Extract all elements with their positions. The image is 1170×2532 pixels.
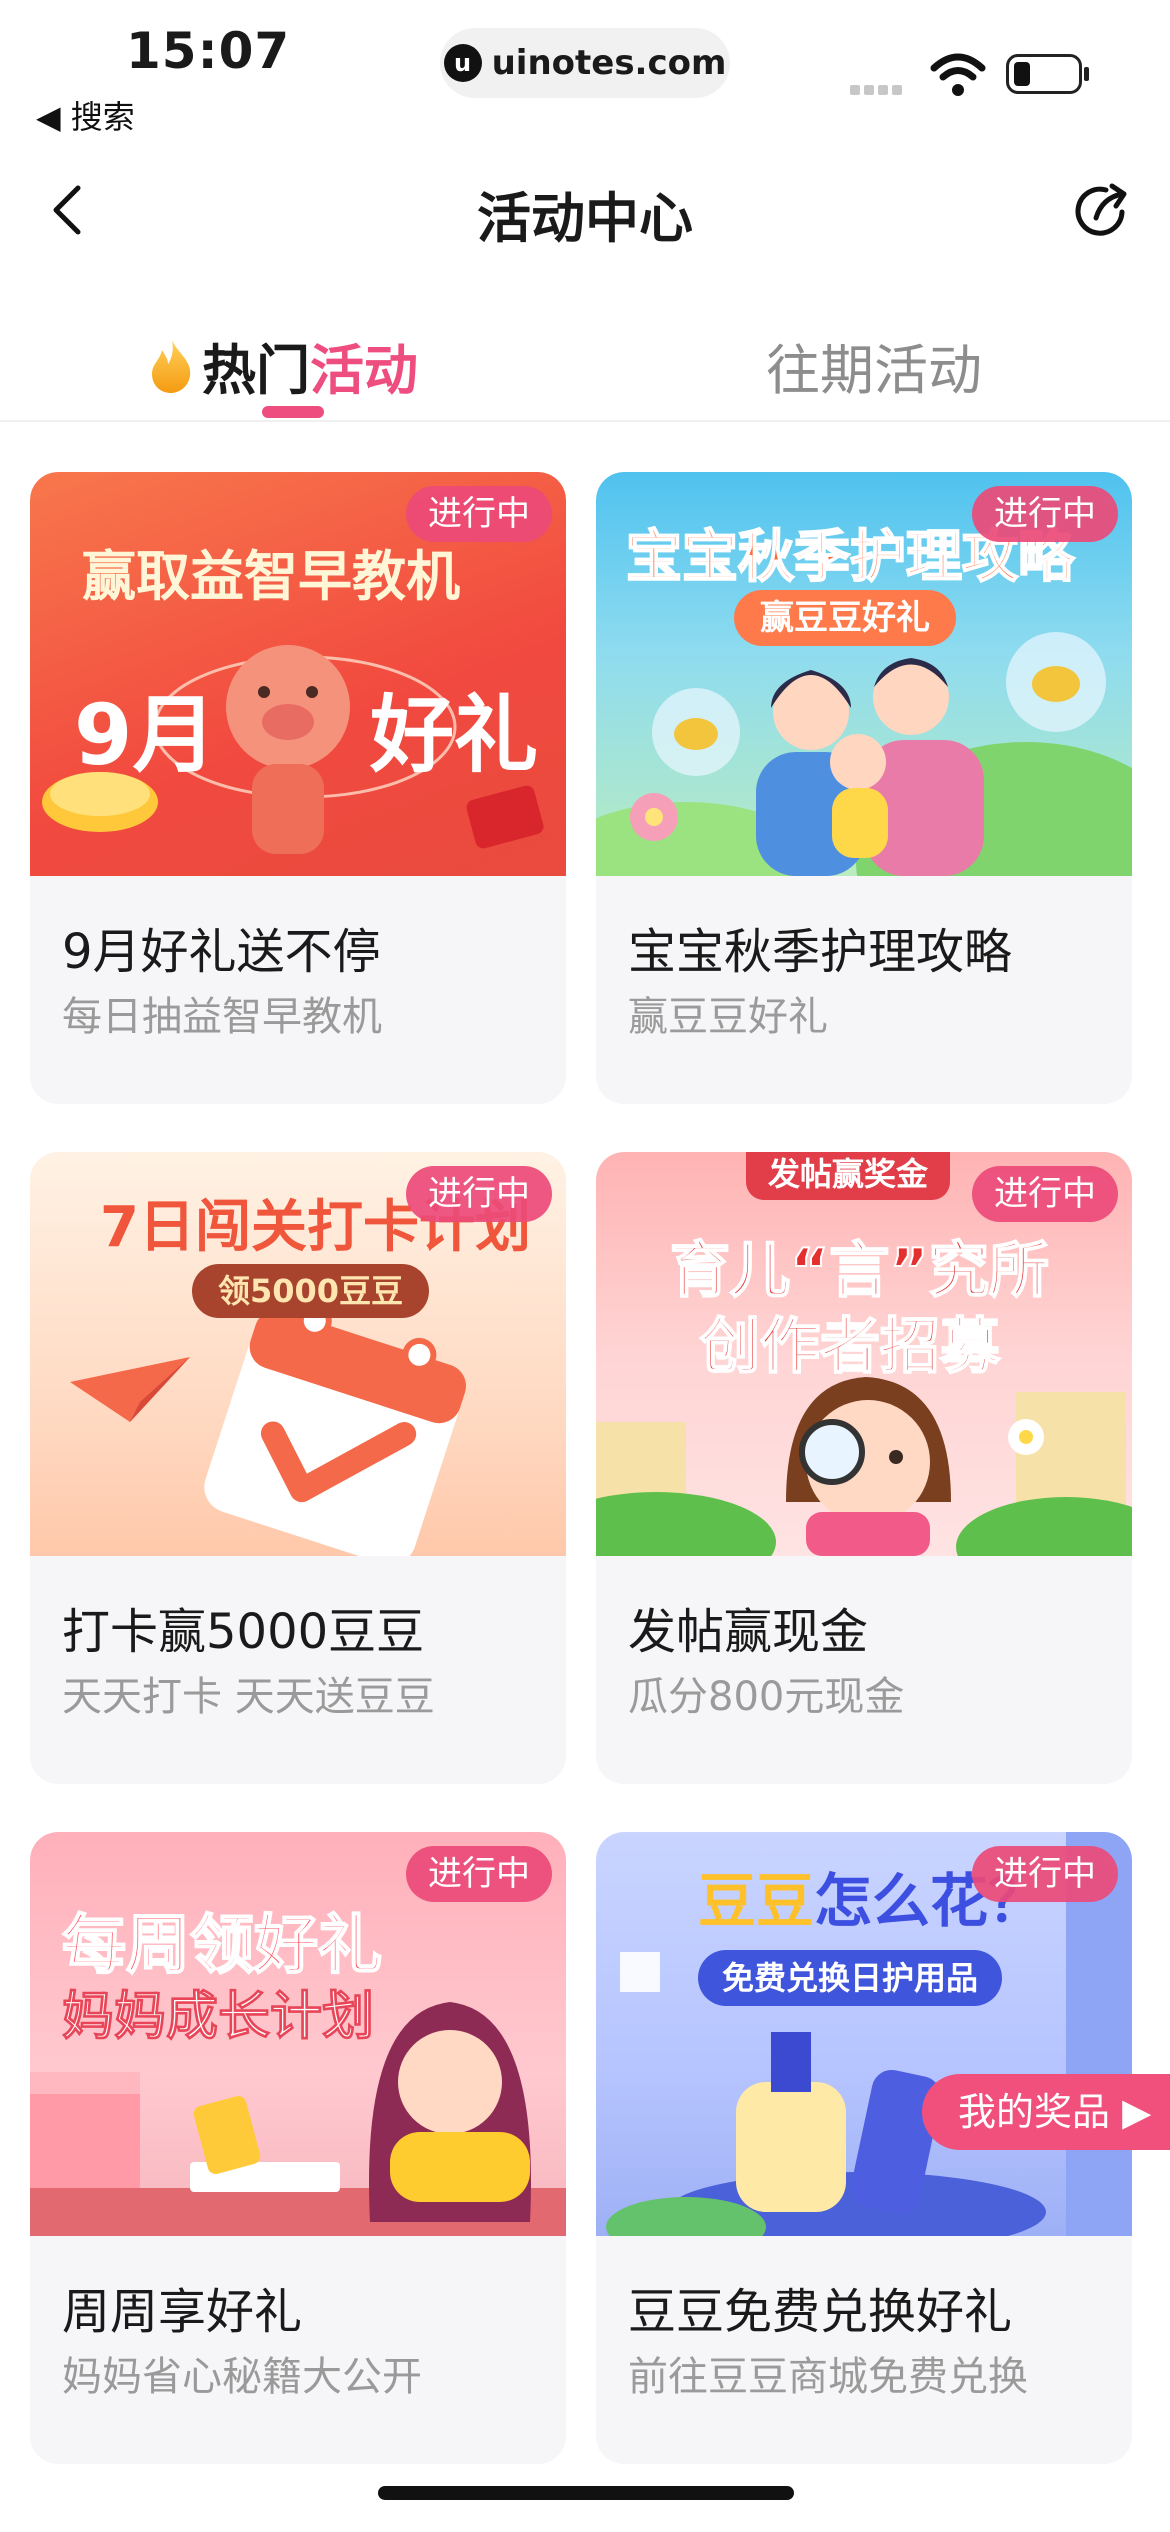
activity-card[interactable]: 宝宝秋季护理攻略 赢豆豆好礼 进行中 宝宝秋季护理攻略 赢豆豆好礼 xyxy=(596,472,1132,1104)
card-subtitle: 瓜分800元现金 xyxy=(628,1674,905,1720)
banner-pill: 免费兑换日护用品 xyxy=(698,1950,1003,2006)
tab-hot-accent-label: 活动 xyxy=(310,339,418,402)
banner-line-2: 创作者招募 xyxy=(699,1311,1001,1383)
home-indicator xyxy=(378,2486,794,2500)
status-time: 15:07 xyxy=(126,22,291,80)
banner-top-tag: 发帖赢奖金 xyxy=(746,1152,951,1200)
status-badge: 进行中 xyxy=(406,486,552,542)
card-banner: 7日闯关打卡计划 领5000豆豆 进行中 xyxy=(30,1152,566,1556)
battery-icon xyxy=(1006,54,1089,94)
activity-card[interactable]: 发帖赢奖金 育儿“言”究所 创作者招募 进行中 发帖赢现金 瓜分800元现金 xyxy=(596,1152,1132,1784)
activity-card[interactable]: 7日闯关打卡计划 领5000豆豆 进行中 打卡赢5000豆豆 天天打卡 天天送豆… xyxy=(30,1152,566,1784)
card-subtitle: 妈妈省心秘籍大公开 xyxy=(62,2354,422,2400)
banner-pill: 领5000豆豆 xyxy=(192,1264,430,1318)
card-title: 9月好礼送不停 xyxy=(62,924,381,980)
tab-hot-activities[interactable]: 热门 活动 xyxy=(148,326,418,405)
card-banner: 每周领好礼 妈妈成长计划 进行中 xyxy=(30,1832,566,2236)
card-title: 豆豆免费兑换好礼 xyxy=(628,2284,1013,2340)
banner-pill: 赢豆豆好礼 xyxy=(734,590,956,646)
tab-hot-label: 热门 xyxy=(202,339,310,402)
wifi-icon xyxy=(930,53,986,96)
active-tab-indicator xyxy=(262,406,324,418)
activity-card[interactable]: 赢取益智早教机 9月 好礼 进行中 9月好礼送不停 每日抽益智早教机 xyxy=(30,472,566,1104)
banner-line-1: 每周领好礼 xyxy=(61,1908,383,1984)
card-title: 周周享好礼 xyxy=(62,2284,303,2340)
card-subtitle: 赢豆豆好礼 xyxy=(628,994,828,1040)
back-to-app-link[interactable]: ◀ 搜索 xyxy=(36,92,135,138)
status-badge: 进行中 xyxy=(406,1846,552,1902)
nav-bar: 活动中心 xyxy=(0,150,1170,270)
banner-headline-a: 豆豆 xyxy=(698,1867,815,1935)
status-badge: 进行中 xyxy=(972,1846,1118,1902)
flame-icon xyxy=(152,339,191,393)
my-prizes-button[interactable]: 我的奖品 ▶ xyxy=(922,2074,1170,2150)
banner-line-1: 育儿“言”究所 xyxy=(669,1235,1050,1307)
status-badge: 进行中 xyxy=(972,1166,1118,1222)
status-bar: 15:07 ◀ 搜索 u uinotes.com xyxy=(0,0,1170,140)
card-banner: 发帖赢奖金 育儿“言”究所 创作者招募 进行中 xyxy=(596,1152,1132,1556)
activity-tabs: 热门 活动 往期活动 xyxy=(0,310,1170,422)
card-subtitle: 每日抽益智早教机 xyxy=(62,994,382,1040)
banner-line-2: 妈妈成长计划 xyxy=(61,1987,375,2048)
card-subtitle: 天天打卡 天天送豆豆 xyxy=(62,1674,435,1720)
banner-big-right: 好礼 xyxy=(370,686,539,784)
cellular-signal-icon xyxy=(850,80,910,96)
share-icon[interactable] xyxy=(1066,174,1138,246)
status-badge: 进行中 xyxy=(406,1166,552,1222)
url-pill[interactable]: u uinotes.com xyxy=(440,28,730,98)
status-badge: 进行中 xyxy=(972,486,1118,542)
card-title: 宝宝秋季护理攻略 xyxy=(628,924,1013,980)
card-title: 打卡赢5000豆豆 xyxy=(62,1604,425,1660)
card-subtitle: 前往豆豆商城免费兑换 xyxy=(628,2354,1028,2400)
card-title: 发帖赢现金 xyxy=(628,1604,869,1660)
site-logo-icon: u xyxy=(443,44,482,82)
page-title: 活动中心 xyxy=(477,187,693,250)
tab-past-activities[interactable]: 往期活动 xyxy=(766,326,982,405)
banner-big-left: 9月 xyxy=(74,686,217,784)
banner-headline: 赢取益智早教机 xyxy=(82,545,460,608)
activity-card[interactable]: 每周领好礼 妈妈成长计划 进行中 周周享好礼 妈妈省心秘籍大公开 xyxy=(30,1832,566,2464)
card-banner: 赢取益智早教机 9月 好礼 进行中 xyxy=(30,472,566,876)
card-banner: 豆豆怎么花？ 免费兑换日护用品 进行中 xyxy=(596,1832,1132,2236)
url-text: uinotes.com xyxy=(491,43,727,83)
card-banner: 宝宝秋季护理攻略 赢豆豆好礼 进行中 xyxy=(596,472,1132,876)
